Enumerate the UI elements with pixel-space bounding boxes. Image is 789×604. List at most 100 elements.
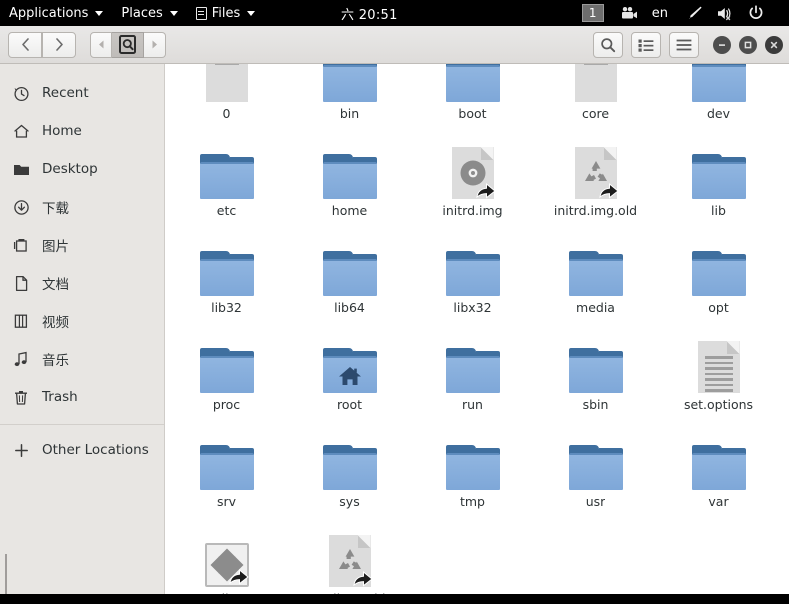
search-location-icon bbox=[119, 35, 136, 54]
file-item[interactable]: usr bbox=[540, 420, 651, 517]
file-item[interactable]: initrd.img.old bbox=[540, 129, 651, 226]
document-icon bbox=[12, 274, 30, 292]
path-scroll-right-button[interactable] bbox=[144, 31, 166, 58]
folder-icon bbox=[322, 348, 377, 393]
clock[interactable]: 六 20:51 bbox=[341, 0, 398, 26]
folder-body bbox=[445, 259, 500, 296]
folder-body bbox=[691, 65, 746, 102]
file-item[interactable]: etc bbox=[171, 129, 282, 226]
file-item[interactable]: vmlinuz.old bbox=[294, 517, 405, 594]
file-item[interactable]: dev bbox=[663, 64, 774, 129]
path-current-button[interactable] bbox=[112, 31, 144, 58]
sidebar-item-pictures[interactable]: 图片 bbox=[0, 226, 164, 264]
maximize-button[interactable] bbox=[739, 36, 757, 54]
folder-icon bbox=[691, 154, 746, 199]
camera-icon[interactable] bbox=[614, 0, 645, 26]
file-item[interactable]: lib32 bbox=[171, 226, 282, 323]
file-item[interactable]: root bbox=[294, 323, 405, 420]
file-item[interactable]: initrd.img bbox=[417, 129, 528, 226]
file-item-icon bbox=[687, 428, 751, 490]
file-item[interactable]: 0 bbox=[171, 64, 282, 129]
file-item[interactable]: sbin bbox=[540, 323, 651, 420]
file-grid-view[interactable]: 0 bin boot core dev etc home initrd.img initrd.i… bbox=[165, 64, 789, 594]
file-item[interactable]: vmlinuz bbox=[171, 517, 282, 594]
sidebar-item-desktop[interactable]: Desktop bbox=[0, 150, 164, 188]
file-item[interactable]: bin bbox=[294, 64, 405, 129]
file-item-label: srv bbox=[216, 494, 237, 509]
pen-icon-svg bbox=[689, 6, 702, 19]
plus-icon bbox=[12, 441, 30, 459]
file-item-icon bbox=[195, 428, 259, 490]
folder-icon bbox=[322, 445, 377, 490]
file-item[interactable]: tmp bbox=[417, 420, 528, 517]
file-icon bbox=[697, 341, 740, 393]
power-icon[interactable] bbox=[741, 0, 771, 26]
folder-body bbox=[199, 453, 254, 490]
sidebar[interactable]: Recent Home Desktop 下载 图片 文档 视频 音乐 Trash… bbox=[0, 64, 165, 594]
file-item[interactable]: set.options bbox=[663, 323, 774, 420]
sidebar-item-videos[interactable]: 视频 bbox=[0, 302, 164, 340]
file-item-label: media bbox=[576, 300, 615, 315]
sidebar-item-downloads[interactable]: 下载 bbox=[0, 188, 164, 226]
files-app-menu[interactable]: Files bbox=[187, 0, 265, 26]
applications-menu[interactable]: Applications bbox=[0, 0, 112, 26]
file-item[interactable]: media bbox=[540, 226, 651, 323]
text-lines bbox=[704, 356, 733, 392]
folder-icon bbox=[568, 251, 623, 296]
volume-muted-icon[interactable] bbox=[710, 0, 741, 26]
file-item[interactable]: srv bbox=[171, 420, 282, 517]
clock-icon bbox=[12, 84, 30, 102]
language-indicator[interactable]: en bbox=[645, 0, 680, 26]
folder-body bbox=[568, 453, 623, 490]
file-sheet bbox=[205, 64, 248, 102]
file-item[interactable]: lib bbox=[663, 129, 774, 226]
file-item[interactable]: home bbox=[294, 129, 405, 226]
sidebar-item-other-locations[interactable]: Other Locations bbox=[0, 431, 164, 469]
chevron-down-icon bbox=[247, 10, 256, 16]
close-button[interactable] bbox=[765, 36, 783, 54]
path-scroll-left-button[interactable] bbox=[90, 31, 112, 58]
file-item[interactable]: boot bbox=[417, 64, 528, 129]
file-item-label: etc bbox=[216, 203, 237, 218]
file-item[interactable]: lib64 bbox=[294, 226, 405, 323]
binary-file-icon bbox=[204, 543, 249, 587]
symlink-arrow-icon bbox=[475, 182, 496, 199]
main-menu-button[interactable] bbox=[669, 32, 699, 58]
pen-icon[interactable] bbox=[680, 0, 710, 26]
sidebar-divider bbox=[0, 424, 164, 425]
file-item-label: usr bbox=[585, 494, 606, 509]
places-menu[interactable]: Places bbox=[112, 0, 186, 26]
sidebar-item-label: 下载 bbox=[42, 201, 69, 217]
workspace-indicator[interactable]: 1 bbox=[581, 4, 604, 22]
file-item[interactable]: run bbox=[417, 323, 528, 420]
sidebar-item-documents[interactable]: 文档 bbox=[0, 264, 164, 302]
minimize-button[interactable] bbox=[713, 36, 731, 54]
folder-icon bbox=[322, 251, 377, 296]
file-item[interactable]: proc bbox=[171, 323, 282, 420]
file-item-label: run bbox=[462, 397, 483, 412]
sidebar-item-recent[interactable]: Recent bbox=[0, 74, 164, 112]
folder-body bbox=[445, 453, 500, 490]
system-menu-chevron[interactable] bbox=[771, 0, 785, 26]
minimize-icon bbox=[719, 44, 725, 46]
file-item-icon bbox=[687, 64, 751, 102]
search-button[interactable] bbox=[593, 32, 623, 58]
forward-button[interactable] bbox=[42, 31, 76, 58]
files-window: Recent Home Desktop 下载 图片 文档 视频 音乐 Trash… bbox=[0, 26, 789, 594]
file-item-label: home bbox=[331, 203, 368, 218]
file-grid: 0 bin boot core dev etc home initrd.img initrd.i… bbox=[165, 64, 789, 594]
file-item-icon bbox=[195, 525, 259, 587]
sidebar-item-music[interactable]: 音乐 bbox=[0, 340, 164, 378]
file-item[interactable]: libx32 bbox=[417, 226, 528, 323]
back-button[interactable] bbox=[8, 31, 42, 58]
file-item[interactable]: var bbox=[663, 420, 774, 517]
sidebar-item-label: Trash bbox=[42, 389, 78, 405]
file-item[interactable]: core bbox=[540, 64, 651, 129]
view-toggle-button[interactable] bbox=[631, 32, 661, 58]
file-header-bars bbox=[214, 64, 239, 65]
file-item[interactable]: opt bbox=[663, 226, 774, 323]
file-item[interactable]: sys bbox=[294, 420, 405, 517]
sidebar-item-trash[interactable]: Trash bbox=[0, 378, 164, 416]
sidebar-item-home[interactable]: Home bbox=[0, 112, 164, 150]
sidebar-item-label: 文档 bbox=[42, 277, 69, 293]
